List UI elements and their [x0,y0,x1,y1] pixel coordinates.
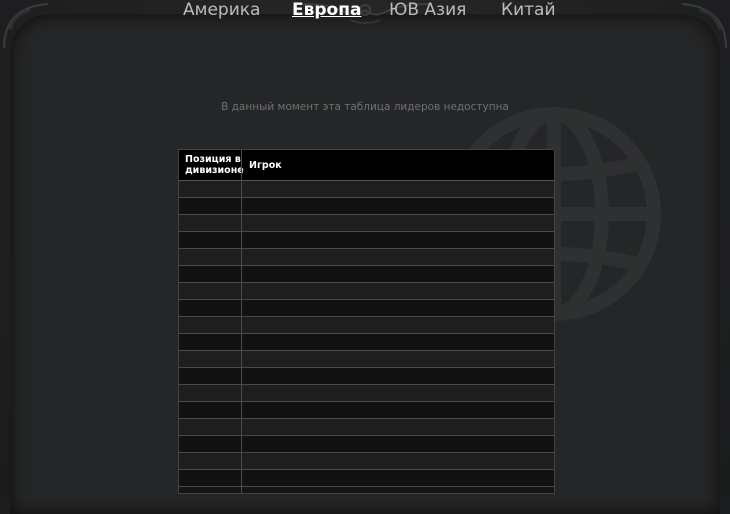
tab-sea[interactable]: ЮВ Азия [389,0,466,20]
table-row [179,419,554,436]
table-row [179,266,554,283]
table-row [179,334,554,351]
table-header: Позиция в дивизионе Игрок [179,150,554,181]
column-header-player: Игрок [249,159,282,171]
table-row [179,436,554,453]
tab-china[interactable]: Китай [501,0,556,20]
table-row [179,232,554,249]
corner-ornament-icon [3,3,49,49]
corner-ornament-icon [681,3,727,49]
table-row [179,283,554,300]
table-row [179,215,554,232]
leaderboard-unavailable-notice: В данный момент эта таблица лидеров недо… [221,101,509,113]
column-divider [241,150,242,493]
table-row [179,385,554,402]
table-row [179,317,554,334]
table-row [179,368,554,385]
table-row [179,351,554,368]
table-row [179,300,554,317]
table-row [179,198,554,215]
tab-europe[interactable]: Европа [292,0,361,20]
tab-america[interactable]: Америка [183,0,260,20]
page-frame: Америка Европа ЮВ Азия Китай В данный мо… [0,0,730,514]
table-row [179,181,554,198]
leaderboard-table: Позиция в дивизионе Игрок [178,149,555,494]
table-row [179,249,554,266]
column-header-position: Позиция в дивизионе [185,154,244,176]
table-body [179,181,554,487]
table-row [179,402,554,419]
table-row [179,470,554,487]
table-row [179,453,554,470]
